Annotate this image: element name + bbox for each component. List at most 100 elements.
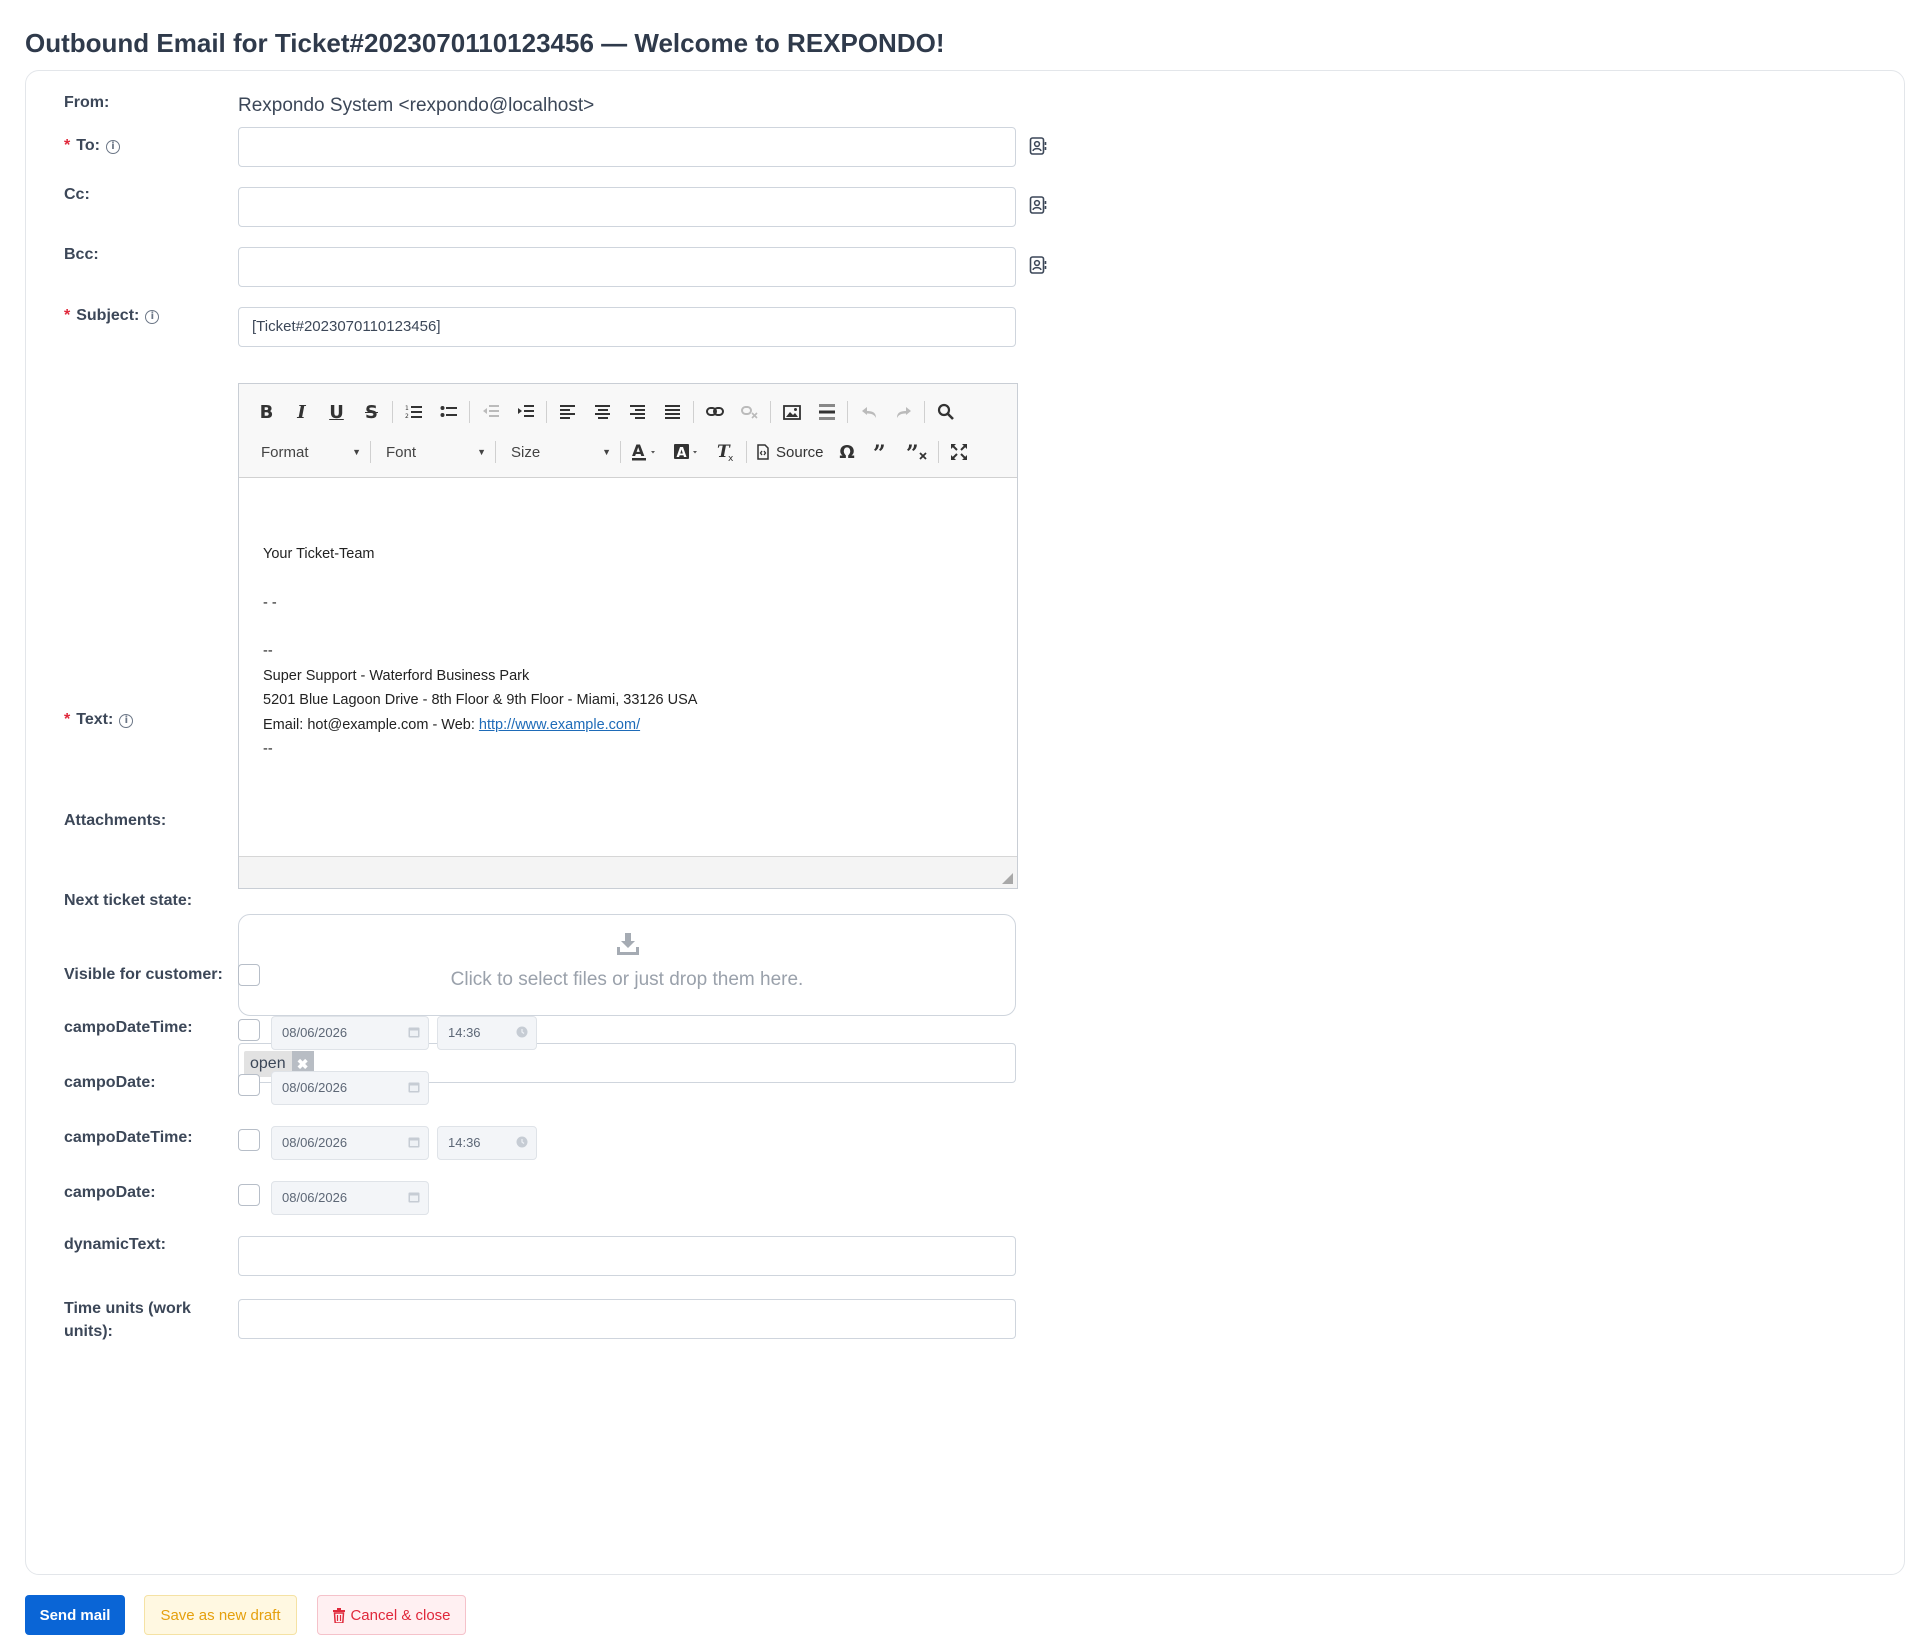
link-button[interactable] [697, 397, 732, 427]
date-input[interactable]: 08/06/2026 [271, 1071, 429, 1105]
editor-line [263, 615, 993, 639]
cancel-close-button[interactable]: Cancel & close [317, 1595, 466, 1635]
time-value: 14:36 [448, 1135, 481, 1150]
outdent-button[interactable] [473, 397, 508, 427]
cancel-close-label: Cancel & close [350, 1606, 451, 1624]
time-input[interactable]: 14:36 [437, 1126, 537, 1160]
toolbar-separator [469, 401, 470, 423]
dynamic-text-label: dynamicText: [64, 1236, 166, 1253]
clock-icon[interactable] [516, 1136, 528, 1148]
send-mail-button[interactable]: Send mail [25, 1595, 125, 1635]
align-right-icon [629, 405, 645, 419]
dynamic-field-checkbox[interactable] [238, 1074, 260, 1096]
time-input[interactable]: 14:36 [437, 1016, 537, 1050]
undo-button[interactable] [851, 397, 886, 427]
download-tray-icon [617, 933, 639, 955]
calendar-icon[interactable] [408, 1136, 420, 1148]
dynamic-text-field[interactable] [238, 1236, 1016, 1276]
calendar-icon[interactable] [408, 1026, 420, 1038]
remove-format-button[interactable]: Tx [708, 437, 743, 467]
indent-button[interactable] [508, 397, 543, 427]
visible-customer-checkbox[interactable] [238, 964, 260, 986]
maximize-icon [951, 444, 968, 460]
time-units-field[interactable] [238, 1299, 1016, 1339]
font-label: Font [386, 443, 417, 461]
maximize-button[interactable] [942, 437, 977, 467]
image-button[interactable] [774, 397, 809, 427]
remove-format-icon: Tx [717, 442, 734, 462]
bcc-field[interactable] [238, 247, 1016, 287]
date-input[interactable]: 08/06/2026 [271, 1016, 429, 1050]
dynamic-field-checkbox[interactable] [238, 1184, 260, 1206]
editor-content[interactable]: Your Ticket-Team - - -- Super Support - … [239, 478, 1017, 856]
editor-line [263, 567, 993, 591]
horizontal-line-button[interactable] [809, 397, 844, 427]
unlink-button[interactable] [732, 397, 767, 427]
italic-button[interactable]: I [284, 397, 319, 427]
toolbar-separator [937, 441, 939, 463]
editor-line-email: Email: hot@example.com - Web: http://www… [263, 713, 993, 738]
editor-line [263, 518, 993, 542]
find-button[interactable] [928, 397, 963, 427]
subject-label: Subject: [76, 307, 140, 324]
page-title: Outbound Email for Ticket#20230701101234… [25, 28, 945, 58]
calendar-icon[interactable] [408, 1191, 420, 1203]
redo-button[interactable] [886, 397, 921, 427]
strikethrough-button[interactable]: S [354, 397, 389, 427]
date-value: 08/06/2026 [282, 1025, 348, 1040]
numbered-list-button[interactable]: 12 [396, 397, 431, 427]
special-char-button[interactable]: Ω [830, 437, 865, 467]
date-value: 08/06/2026 [282, 1135, 348, 1150]
email-form-card: From: Rexpondo System <rexpondo@localhos… [25, 70, 1905, 1575]
remove-blockquote-button[interactable]: ” [900, 437, 935, 467]
dynamic-field-checkbox[interactable] [238, 1129, 260, 1151]
underline-button[interactable]: U [319, 397, 354, 427]
time-units-label: Time units (work units): [64, 1300, 191, 1340]
subject-field[interactable]: [Ticket#2023070110123456] [238, 307, 1016, 347]
dynamic-field-checkbox[interactable] [238, 1019, 260, 1041]
to-label: To: [76, 137, 100, 154]
size-label: Size [511, 443, 541, 461]
font-dropdown[interactable]: Font ▼ [374, 438, 492, 466]
attachments-dropzone[interactable]: Click to select files or just drop them … [238, 914, 1016, 1016]
bold-button[interactable]: B [249, 397, 284, 427]
required-marker: * [64, 711, 71, 728]
source-button[interactable]: Source [750, 437, 830, 467]
page: Outbound Email for Ticket#20230701101234… [0, 0, 1920, 1652]
remove-quote-icon: ” [906, 444, 927, 460]
chevron-down-icon: ▼ [602, 447, 611, 457]
editor-line: - - [263, 594, 277, 611]
justify-button[interactable] [655, 397, 690, 427]
dynamic-field-label: campoDate: [64, 1184, 156, 1201]
address-book-icon[interactable] [1028, 136, 1048, 156]
background-color-button[interactable]: A [666, 437, 708, 467]
text-color-button[interactable]: A [624, 437, 666, 467]
bulleted-list-button[interactable] [431, 397, 466, 427]
info-icon[interactable]: i [105, 140, 120, 154]
from-label: From: [64, 94, 110, 111]
date-input[interactable]: 08/06/2026 [271, 1126, 429, 1160]
editor-footer [239, 856, 1017, 888]
resize-handle[interactable] [1002, 873, 1013, 884]
address-book-icon[interactable] [1028, 195, 1048, 215]
save-draft-button[interactable]: Save as new draft [144, 1595, 297, 1635]
to-field[interactable] [238, 127, 1016, 167]
source-icon [757, 444, 769, 460]
info-icon[interactable]: i [119, 714, 134, 728]
align-center-button[interactable] [585, 397, 620, 427]
align-right-button[interactable] [620, 397, 655, 427]
address-book-icon[interactable] [1028, 255, 1048, 275]
cc-field[interactable] [238, 187, 1016, 227]
align-left-button[interactable] [550, 397, 585, 427]
toolbar-separator [546, 401, 547, 423]
size-dropdown[interactable]: Size ▼ [499, 438, 617, 466]
visible-customer-label: Visible for customer: [64, 966, 223, 983]
website-link[interactable]: http://www.example.com/ [479, 717, 640, 733]
format-dropdown[interactable]: Format ▼ [249, 438, 367, 466]
info-icon[interactable]: i [145, 310, 160, 324]
date-input[interactable]: 08/06/2026 [271, 1181, 429, 1215]
editor-line: Super Support - Waterford Business Park [263, 667, 530, 684]
clock-icon[interactable] [516, 1026, 528, 1038]
blockquote-button[interactable]: ” [865, 437, 900, 467]
calendar-icon[interactable] [408, 1081, 420, 1093]
